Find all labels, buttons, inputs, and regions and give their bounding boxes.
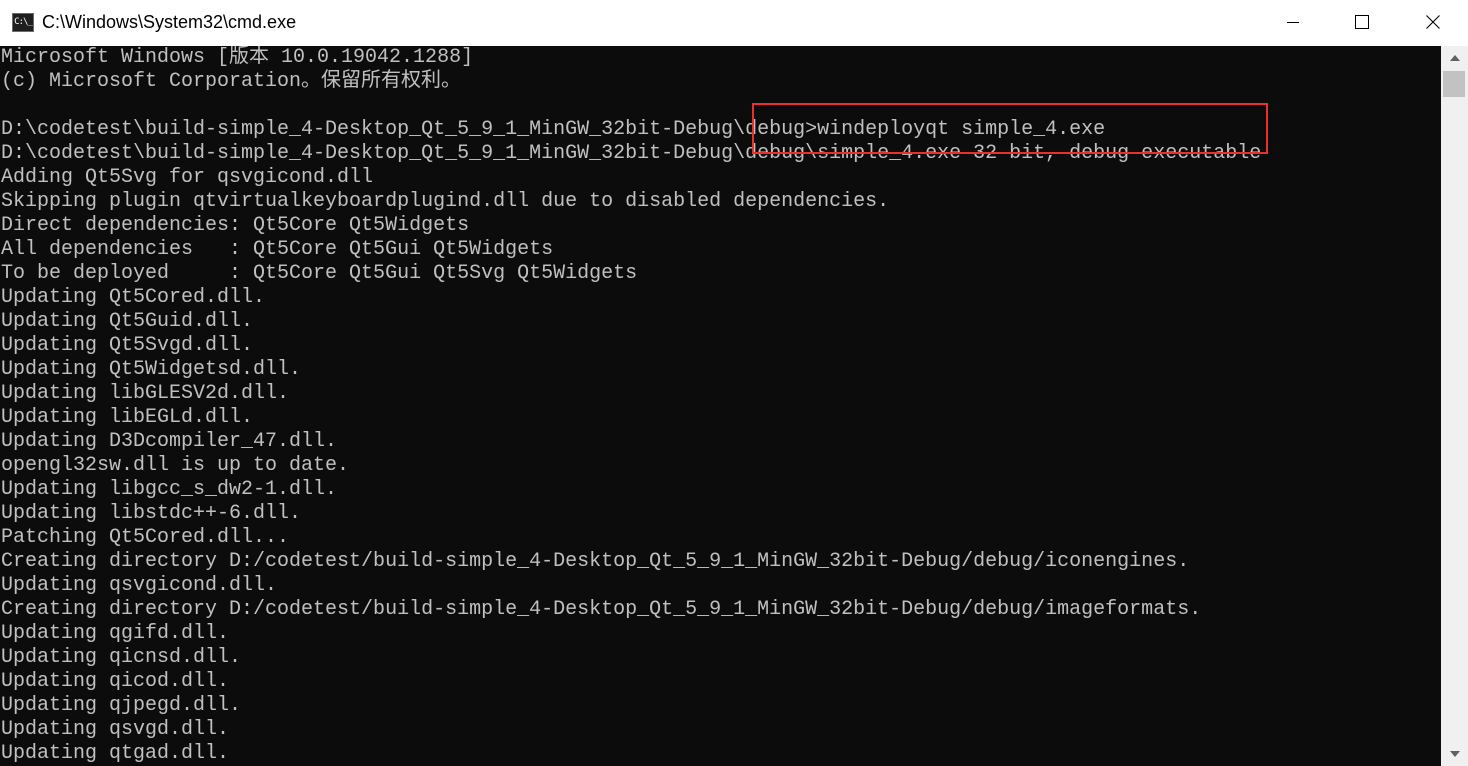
scroll-up-button[interactable] xyxy=(1441,46,1468,70)
console-line: Updating qicod.dll. xyxy=(1,670,230,693)
console-line: Updating qsvgicond.dll. xyxy=(1,574,278,597)
console-line: To be deployed : Qt5Core Qt5Gui Qt5Svg Q… xyxy=(1,262,638,285)
console-line: (c) Microsoft Corporation。保留所有权利。 xyxy=(1,70,462,93)
console-line: Updating qicnsd.dll. xyxy=(1,646,242,669)
scroll-thumb[interactable] xyxy=(1443,71,1465,97)
command-highlight-box xyxy=(752,103,1268,154)
close-icon xyxy=(1426,15,1440,29)
console-line: Updating qtgad.dll. xyxy=(1,742,230,765)
console-line: Adding Qt5Svg for qsvgicond.dll xyxy=(1,166,374,189)
console-line: Updating qgifd.dll. xyxy=(1,622,230,645)
minimize-icon xyxy=(1287,22,1299,23)
chevron-down-icon xyxy=(1449,751,1460,757)
maximize-icon xyxy=(1355,15,1369,29)
chevron-up-icon xyxy=(1449,55,1460,61)
console-line: Updating libgcc_s_dw2-1.dll. xyxy=(1,478,338,501)
console-line: Updating libstdc++-6.dll. xyxy=(1,502,302,525)
console-line: Updating libEGLd.dll. xyxy=(1,406,254,429)
console-line: Updating qjpegd.dll. xyxy=(1,694,242,717)
cmd-window: C:\_ C:\Windows\System32\cmd.exe Microso… xyxy=(0,0,1468,766)
console-line: Updating D3Dcompiler_47.dll. xyxy=(1,430,338,453)
maximize-button[interactable] xyxy=(1327,0,1397,44)
console-line: Updating Qt5Guid.dll. xyxy=(1,310,254,333)
console-line: opengl32sw.dll is up to date. xyxy=(1,454,350,477)
minimize-button[interactable] xyxy=(1258,0,1328,44)
console-line: Skipping plugin qtvirtualkeyboardplugind… xyxy=(1,190,890,213)
scroll-down-button[interactable] xyxy=(1441,742,1468,766)
console-line: Updating Qt5Widgetsd.dll. xyxy=(1,358,302,381)
console-line: Creating directory D:/codetest/build-sim… xyxy=(1,550,1190,573)
console-line: Direct dependencies: Qt5Core Qt5Widgets xyxy=(1,214,470,237)
console-line: Updating libGLESV2d.dll. xyxy=(1,382,290,405)
console-line: Patching Qt5Cored.dll... xyxy=(1,526,290,549)
console-line: Updating Qt5Cored.dll. xyxy=(1,286,266,309)
window-title: C:\Windows\System32\cmd.exe xyxy=(42,12,297,32)
console-output-area[interactable]: Microsoft Windows [版本 10.0.19042.1288] (c… xyxy=(0,46,1441,766)
vertical-scrollbar[interactable] xyxy=(1441,46,1468,766)
console-line: All dependencies : Qt5Core Qt5Gui Qt5Wid… xyxy=(1,238,554,261)
console-line: Updating Qt5Svgd.dll. xyxy=(1,334,254,357)
console-line: Creating directory D:/codetest/build-sim… xyxy=(1,598,1202,621)
cmd-app-icon: C:\_ xyxy=(12,13,34,32)
console-line: Updating qsvgd.dll. xyxy=(1,718,230,741)
title-bar[interactable]: C:\_ C:\Windows\System32\cmd.exe xyxy=(0,0,1468,46)
console-line: Microsoft Windows [版本 10.0.19042.1288] xyxy=(1,46,474,69)
console-lines: Microsoft Windows [版本 10.0.19042.1288] (c… xyxy=(1,46,1261,766)
close-button[interactable] xyxy=(1398,0,1468,44)
